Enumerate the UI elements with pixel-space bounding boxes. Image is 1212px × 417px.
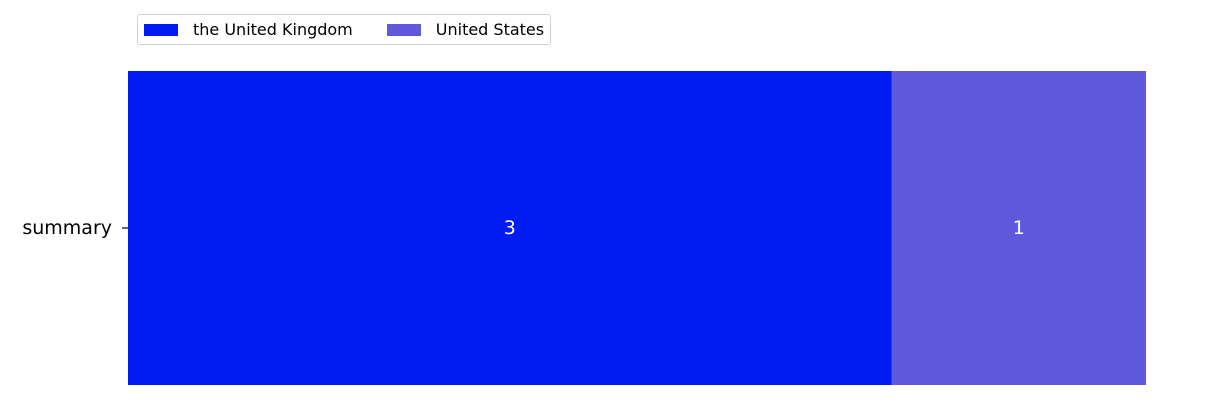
legend-item-united-states: United States [386, 19, 545, 39]
data-label-the-united-kingdom-summary: 3 [504, 217, 516, 239]
chart-plot: 3 1 summary [22, 71, 1146, 385]
legend-item-the-united-kingdom: the United Kingdom [144, 19, 353, 39]
legend-swatch-the-united-kingdom [144, 23, 178, 36]
y-tick-label-summary: summary [22, 217, 112, 239]
legend-label-the-united-kingdom: the United Kingdom [193, 19, 353, 39]
chart-legend: the United Kingdom United States [137, 14, 552, 45]
legend-swatch-united-states [386, 23, 421, 36]
chart: 3 1 summary the United Kingdom United Stat… [0, 0, 1212, 417]
legend-label-united-states: United States [435, 19, 545, 39]
data-label-united-states-summary: 1 [1013, 217, 1025, 239]
